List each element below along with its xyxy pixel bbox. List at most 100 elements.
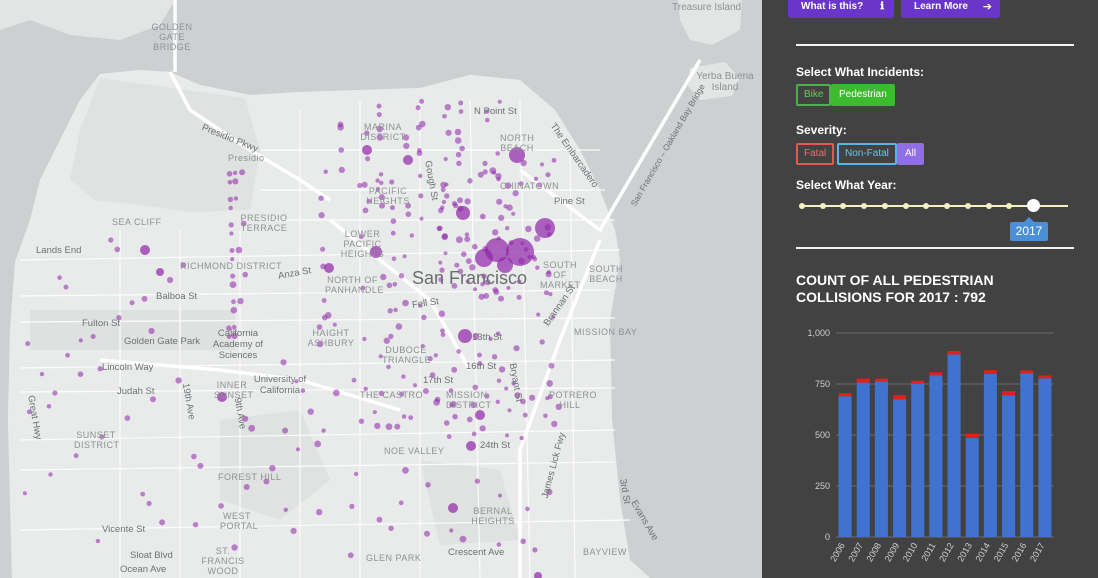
year-slider-tick[interactable]	[1006, 203, 1013, 209]
incident-dot[interactable]	[232, 170, 238, 176]
incident-dot[interactable]	[444, 193, 450, 199]
incident-dot[interactable]	[338, 147, 345, 153]
incident-dot[interactable]	[419, 216, 424, 221]
incident-dot[interactable]	[402, 254, 407, 259]
incident-dot[interactable]	[479, 425, 486, 432]
incident-dot[interactable]	[464, 198, 471, 205]
incident-dot[interactable]	[454, 262, 460, 268]
incident-dot[interactable]	[443, 251, 448, 256]
incident-dot[interactable]	[226, 171, 233, 177]
incident-dot[interactable]	[457, 197, 463, 204]
incident-dot[interactable]	[398, 500, 404, 506]
incident-dot[interactable]	[522, 412, 528, 418]
incident-dot[interactable]	[422, 388, 429, 394]
incident-dot[interactable]	[441, 199, 447, 205]
year-slider-tick[interactable]	[881, 203, 888, 209]
incident-dot[interactable]	[227, 196, 234, 203]
incident-dot[interactable]	[497, 99, 502, 104]
incident-dot[interactable]	[320, 246, 326, 252]
incident-dot[interactable]	[376, 516, 383, 523]
incident-dot[interactable]	[388, 525, 394, 531]
incident-dot[interactable]	[321, 428, 326, 433]
incident-dot[interactable]	[192, 522, 199, 528]
incident-dot[interactable]	[347, 552, 354, 559]
year-slider-tick[interactable]	[944, 203, 951, 209]
incident-dot[interactable]	[474, 478, 480, 484]
incident-dot[interactable]	[525, 225, 532, 233]
incident-dot[interactable]	[388, 333, 394, 339]
incident-dot[interactable]	[496, 198, 503, 205]
incident-dot[interactable]	[437, 225, 443, 231]
incident-dot[interactable]	[456, 236, 463, 244]
incident-dot[interactable]	[551, 420, 558, 428]
incident-dot[interactable]	[218, 503, 224, 509]
incident-dot[interactable]	[175, 377, 182, 384]
incident-dot[interactable]	[402, 299, 409, 307]
incident-dot[interactable]	[440, 328, 445, 334]
incident-dot[interactable]	[536, 312, 541, 317]
incident-dot[interactable]	[332, 389, 340, 397]
incident-dot[interactable]	[150, 396, 156, 403]
incident-dot[interactable]	[362, 207, 369, 214]
incident-dot[interactable]	[419, 120, 426, 128]
incident-dot[interactable]	[548, 292, 553, 297]
incident-dot[interactable]	[229, 231, 234, 236]
incident-dot[interactable]	[413, 383, 417, 388]
all-toggle[interactable]: All	[897, 143, 925, 165]
incident-dot[interactable]	[73, 453, 79, 459]
incident-dot[interactable]	[459, 535, 467, 543]
incident-dot[interactable]	[498, 366, 506, 373]
incident-dot[interactable]	[440, 205, 445, 210]
incident-dot[interactable]	[458, 100, 464, 106]
incident-dot[interactable]	[398, 273, 405, 279]
year-slider-handle[interactable]	[1027, 199, 1040, 212]
incident-dot[interactable]	[516, 294, 522, 300]
incident-dot[interactable]	[440, 187, 446, 193]
incident-dot[interactable]	[444, 104, 451, 111]
incident-dot[interactable]	[228, 205, 233, 211]
incident-dot[interactable]	[146, 500, 152, 507]
collision-map[interactable]: Treasure Island Yerba Buena Island Golde…	[0, 0, 762, 578]
incident-dot[interactable]	[39, 371, 45, 377]
incident-dot[interactable]	[167, 276, 174, 284]
incident-dot[interactable]	[505, 433, 509, 438]
incident-dot[interactable]	[433, 353, 438, 358]
incident-dot[interactable]	[425, 482, 431, 488]
incident-dot[interactable]	[282, 427, 289, 434]
incident-dot[interactable]	[419, 98, 425, 104]
incident-dot[interactable]	[362, 336, 367, 342]
incident-dot[interactable]	[386, 364, 391, 370]
incident-dot[interactable]	[519, 435, 524, 441]
incident-dot[interactable]	[383, 337, 390, 344]
incident-dot[interactable]	[148, 327, 155, 335]
incident-dot[interactable]	[438, 260, 443, 265]
incident-dot[interactable]	[467, 178, 473, 184]
incident-dot[interactable]	[372, 410, 377, 415]
incident-dot[interactable]	[228, 222, 234, 228]
incident-dot[interactable]	[380, 273, 387, 281]
incident-dot[interactable]	[307, 408, 314, 415]
incident-dot[interactable]	[489, 167, 497, 175]
incident-dot[interactable]	[543, 290, 549, 296]
incident-dot[interactable]	[418, 173, 423, 179]
incident-dot[interactable]	[451, 366, 458, 373]
incident-dot[interactable]	[513, 345, 520, 352]
incident-dot[interactable]	[46, 404, 52, 409]
incident-dot[interactable]	[332, 322, 337, 327]
incident-dot[interactable]	[485, 117, 490, 123]
incident-dot[interactable]	[77, 371, 84, 378]
incident-dot[interactable]	[393, 307, 398, 313]
incident-dot[interactable]	[90, 334, 96, 339]
incident-dot[interactable]	[441, 233, 448, 240]
year-slider-tick[interactable]	[902, 203, 909, 209]
year-slider-tick[interactable]	[819, 203, 826, 209]
incident-dot[interactable]	[466, 416, 473, 423]
incident-dot[interactable]	[48, 472, 53, 477]
year-slider[interactable]	[799, 199, 1068, 212]
incident-dot[interactable]	[434, 396, 441, 403]
incident-dot[interactable]	[409, 233, 414, 238]
incident-dot[interactable]	[124, 415, 131, 421]
incident-dot[interactable]	[390, 218, 397, 224]
incident-dot[interactable]	[512, 190, 519, 197]
incident-dot[interactable]	[443, 156, 448, 162]
